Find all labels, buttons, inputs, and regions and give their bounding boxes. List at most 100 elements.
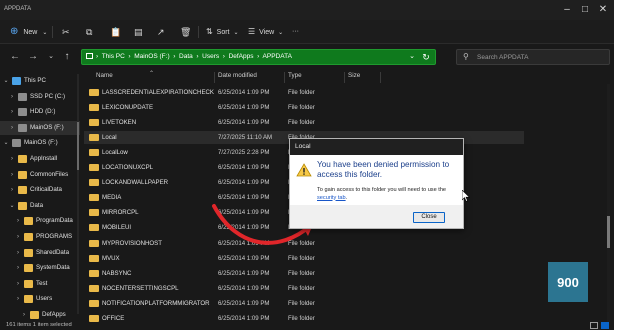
chevron-right-icon[interactable]: › <box>8 168 16 182</box>
nav-item[interactable]: ⌄ MainOS (F:) <box>0 136 80 150</box>
address-history-button[interactable]: ⌄ <box>407 50 417 64</box>
chevron-right-icon[interactable]: › <box>14 246 22 260</box>
breadcrumb-mainos[interactable]: MainOS (F:) <box>134 53 169 60</box>
nav-item[interactable]: › SSD PC (C:) <box>0 90 80 104</box>
share-button[interactable]: ↗ <box>157 25 165 39</box>
nav-item[interactable]: › CriticalData <box>0 183 80 197</box>
chevron-right-icon[interactable]: › <box>8 90 16 104</box>
dialog-detail-end: . <box>345 194 348 201</box>
nav-item[interactable]: › MainOS (F:) <box>0 120 80 135</box>
chevron-down-icon[interactable]: ⌄ <box>2 136 10 150</box>
view-button-label: View <box>259 29 275 36</box>
file-name: NOCENTERSETTINGSCPL <box>102 284 179 292</box>
drive-icon <box>18 108 27 117</box>
chevron-right-icon[interactable]: › <box>8 105 16 119</box>
nav-item[interactable]: › SharedData <box>0 246 80 260</box>
breadcrumb-data[interactable]: Data <box>179 53 193 60</box>
search-box[interactable]: ⚲ Search APPDATA <box>456 49 610 65</box>
file-date: 6/25/2014 1:09 PM <box>218 179 270 187</box>
file-list-scrollbar[interactable] <box>607 84 610 324</box>
delete-button[interactable]: 🗑 <box>180 25 191 39</box>
chevron-right-icon[interactable]: › <box>8 183 16 197</box>
chevron-right-icon[interactable]: › <box>20 308 28 322</box>
file-row[interactable]: NOTIFICATIONPLATFORMMIGRATOR 6/25/2014 1:… <box>84 297 524 310</box>
nav-item[interactable]: ⌄ This PC <box>0 74 80 88</box>
breadcrumb-users[interactable]: Users <box>202 53 219 60</box>
nav-item[interactable]: › HDD (D:) <box>0 105 80 119</box>
new-button[interactable]: ⊕ New ⌄ <box>10 25 47 39</box>
chevron-right-icon[interactable]: › <box>14 292 22 306</box>
computer-icon <box>12 77 21 85</box>
column-header-date-label: Date modified <box>218 72 257 79</box>
recent-button[interactable]: ⌄ <box>44 50 58 64</box>
nav-item[interactable]: › DefApps <box>0 308 80 322</box>
dialog-close-button[interactable]: Close <box>413 212 445 223</box>
chevron-right-icon[interactable]: › <box>8 121 16 135</box>
sort-icon: ⇅ <box>206 27 213 36</box>
nav-item[interactable]: › Users <box>0 292 80 306</box>
chevron-right-icon[interactable]: › <box>14 277 22 291</box>
folder-icon <box>24 217 33 226</box>
nav-item[interactable]: › SystemData <box>0 261 80 275</box>
file-row[interactable]: NOCENTERSETTINGSCPL 6/25/2014 1:09 PM File… <box>84 282 524 295</box>
chevron-right-icon[interactable]: › <box>14 214 22 228</box>
more-options-button[interactable]: ··· <box>292 25 299 39</box>
nav-item[interactable]: › ProgramData <box>0 214 80 228</box>
breadcrumb-defapps[interactable]: DefApps <box>229 53 254 60</box>
sort-button[interactable]: ⇅ Sort ⌄ <box>206 25 238 39</box>
file-row[interactable]: LEXICONUPDATE 6/25/2014 1:09 PM File folde… <box>84 101 524 114</box>
column-header-date[interactable]: Date modified <box>218 72 257 84</box>
column-header-type[interactable]: Type <box>288 72 302 84</box>
file-date: 6/25/2014 1:09 PM <box>218 269 270 277</box>
breadcrumb-appdata[interactable]: APPDATA <box>263 53 292 60</box>
column-header-size[interactable]: Size <box>348 72 360 84</box>
column-divider[interactable] <box>284 72 285 83</box>
column-header-name[interactable]: ⌃ Name <box>96 71 154 84</box>
file-date: 6/25/2014 1:09 PM <box>218 119 270 127</box>
close-window-button[interactable]: ✕ <box>596 3 610 17</box>
forward-button[interactable]: → <box>26 50 40 64</box>
chevron-right-icon[interactable]: › <box>14 261 22 275</box>
details-view-toggle[interactable] <box>590 322 598 329</box>
scrollbar-thumb[interactable] <box>77 122 79 170</box>
cut-button[interactable]: ✂ <box>62 25 70 39</box>
chevron-right-icon[interactable]: › <box>14 230 22 244</box>
rename-button[interactable]: ▤ <box>134 25 143 39</box>
security-tab-link[interactable]: security tab <box>317 195 346 201</box>
nav-item-label: AppInstall <box>30 155 58 162</box>
file-row[interactable]: NABSYNC 6/25/2014 1:09 PM File folder <box>84 267 524 280</box>
refresh-button[interactable]: ↻ <box>419 50 433 64</box>
toolbar-divider <box>198 26 199 38</box>
breadcrumb-this-pc[interactable]: This PC <box>102 53 125 60</box>
file-row[interactable]: LIVETOKEN 6/25/2014 1:09 PM File folder <box>84 116 524 129</box>
tiles-view-toggle[interactable] <box>601 322 609 329</box>
view-icon: ☰ <box>248 27 256 36</box>
chevron-down-icon[interactable]: ⌄ <box>2 74 10 88</box>
window-title-tab[interactable]: APPDATA <box>4 6 31 12</box>
nav-item[interactable]: › PROGRAMS <box>0 230 80 244</box>
navigation-scrollbar[interactable] <box>77 74 79 314</box>
column-divider[interactable] <box>380 72 381 83</box>
paste-button[interactable]: 📋 <box>110 25 121 39</box>
up-button[interactable]: ↑ <box>60 50 74 64</box>
folder-icon <box>24 233 33 241</box>
file-row[interactable]: LASSCREDENTIALEXPIRATIONCHECK 6/25/2014 1… <box>84 86 524 99</box>
folder-icon <box>24 264 33 273</box>
nav-item[interactable]: › AppInstall <box>0 152 80 166</box>
toolbar-divider <box>52 26 53 38</box>
nav-item[interactable]: › Test <box>0 277 80 291</box>
back-button[interactable]: ← <box>8 50 22 64</box>
nav-item[interactable]: › CommonFiles <box>0 168 80 182</box>
view-button[interactable]: ☰ View ⌄ <box>248 25 283 39</box>
scrollbar-thumb[interactable] <box>607 216 610 248</box>
address-bar[interactable]: › This PC › MainOS (F:) › Data › Users ›… <box>81 49 436 65</box>
chevron-right-icon[interactable]: › <box>8 152 16 166</box>
nav-item[interactable]: ⌄ Data <box>0 199 80 213</box>
column-divider[interactable] <box>214 72 215 83</box>
file-date: 7/27/2025 2:28 PM <box>218 149 270 157</box>
maximize-button[interactable]: □ <box>578 3 592 17</box>
column-divider[interactable] <box>344 72 345 83</box>
chevron-down-icon[interactable]: ⌄ <box>8 199 16 213</box>
minimize-button[interactable]: – <box>560 3 574 17</box>
copy-button[interactable]: ⧉ <box>86 25 92 39</box>
